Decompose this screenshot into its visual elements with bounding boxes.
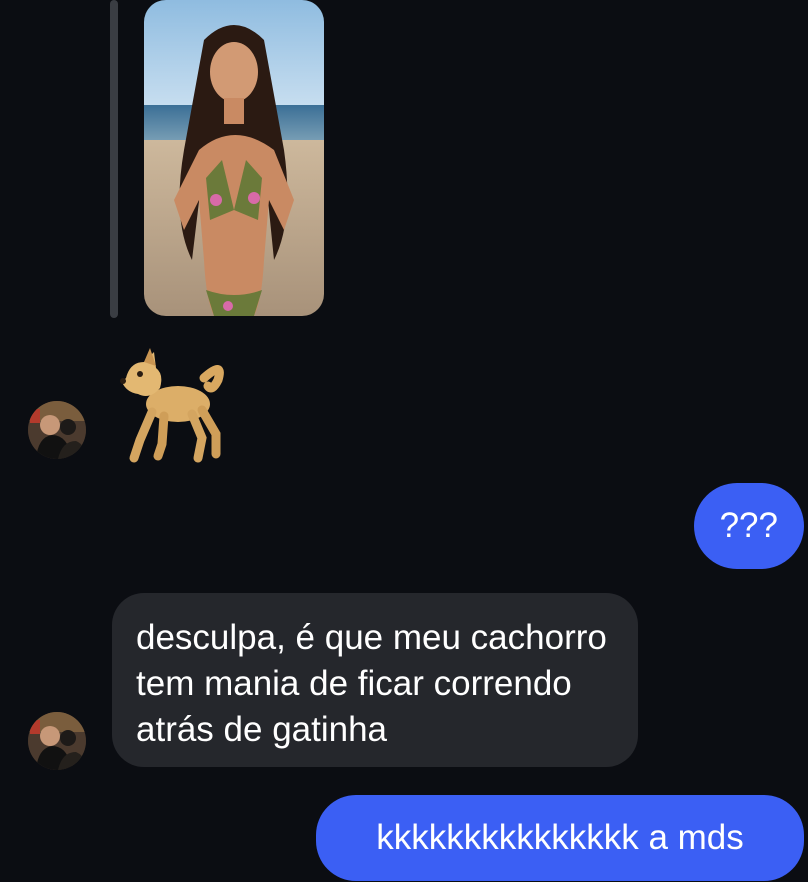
dog-emoji-icon: [120, 348, 224, 463]
message-text: kkkkkkkkkkkkkkk a mds: [376, 818, 744, 857]
message-text: ???: [719, 506, 778, 545]
reply-indicator-bar: [110, 0, 118, 318]
sent-message-bubble[interactable]: ???: [693, 483, 804, 569]
chat-thread: ??? desculpa, é que meu cachorro tem man…: [0, 0, 808, 882]
photo-message[interactable]: [144, 0, 324, 316]
message-text-line: desculpa, é que meu cachorro: [136, 618, 607, 657]
avatar-image-icon: [28, 401, 86, 459]
message-text-line: atrás de gatinha: [136, 710, 388, 749]
avatar[interactable]: [28, 401, 86, 459]
avatar[interactable]: [28, 712, 86, 770]
received-message-bubble[interactable]: desculpa, é que meu cachorro tem mania d…: [112, 593, 638, 767]
dog-emoji-message[interactable]: [112, 340, 232, 464]
message-text-line: tem mania de ficar correndo: [136, 664, 572, 703]
beach-photo-icon: [144, 0, 324, 316]
sent-message-bubble[interactable]: kkkkkkkkkkkkkkk a mds: [316, 795, 804, 881]
avatar-image-icon: [28, 712, 86, 770]
